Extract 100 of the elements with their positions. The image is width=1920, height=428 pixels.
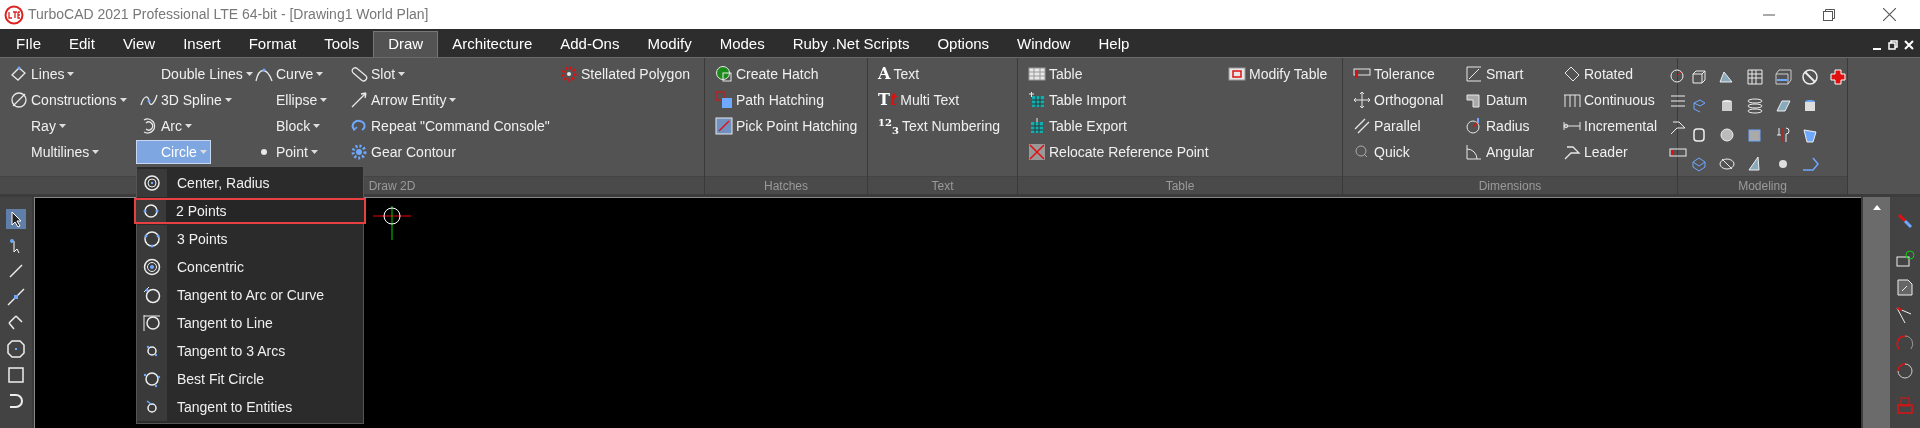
arrow-line-icon [350, 91, 368, 109]
table-icon [1028, 65, 1046, 83]
ribbon-button[interactable]: Continuous [1559, 88, 1659, 112]
menu-item[interactable]: 2 Points [134, 198, 366, 224]
menu-item[interactable]: 3 Points [137, 225, 363, 253]
ribbon-button[interactable]: Orthogonal [1349, 88, 1448, 112]
menu-tab[interactable]: Format [234, 31, 311, 57]
ribbon-button[interactable]: Relocate Reference Point [1024, 140, 1213, 164]
ribbon-button[interactable]: Arc [136, 114, 196, 138]
ribbon-button[interactable]: Datum [1461, 88, 1532, 112]
leader-icon[interactable] [1669, 118, 1687, 136]
restore-icon[interactable] [1888, 40, 1898, 50]
menu-item[interactable]: Concentric [137, 253, 363, 281]
octagon-icon[interactable] [6, 339, 26, 359]
ribbon-button[interactable]: Pick Point Hatching [711, 114, 862, 138]
text-tool-icon: Tt [878, 92, 898, 108]
circle-icon[interactable] [1669, 66, 1687, 84]
ribbon-button[interactable]: Point [251, 140, 322, 164]
center-circle-icon [142, 173, 162, 193]
ribbon-button[interactable]: Gear Contour [346, 140, 460, 164]
list-icon[interactable] [1669, 92, 1687, 110]
menu-tab[interactable]: Help [1084, 31, 1144, 57]
restore-icon[interactable] [1823, 8, 1835, 21]
three-point-circle-icon [142, 229, 162, 249]
ribbon-button[interactable]: Tolerance [1349, 62, 1439, 86]
path-3d-icon[interactable] [1801, 155, 1820, 173]
ribbon-button[interactable]: Slot [346, 62, 410, 86]
menu-tab[interactable]: Modify [633, 31, 706, 57]
grid-icon[interactable] [1745, 68, 1764, 86]
ribbon-button[interactable]: Stellated Polygon [556, 62, 694, 86]
plus-icon[interactable] [1829, 68, 1848, 86]
sphere-icon[interactable] [1717, 126, 1736, 144]
menu-tab[interactable]: Modes [705, 31, 779, 57]
menu-item[interactable]: Tangent to Entities [137, 393, 363, 421]
ribbon-button[interactable]: Multilines [6, 140, 104, 164]
menu-tab[interactable]: Add-Ons [546, 31, 634, 57]
ribbon-button[interactable]: Parallel [1349, 114, 1425, 138]
menu-item[interactable]: Best Fit Circle [137, 365, 363, 393]
pick-hatch-icon [715, 117, 733, 135]
group-label: Dimensions [1478, 177, 1542, 195]
hatch-circle-icon [715, 65, 733, 83]
gear-icon [560, 65, 578, 83]
rectangle-circle-icon[interactable] [1895, 249, 1915, 269]
circle-icon[interactable] [1895, 361, 1915, 381]
window-title: TurboCAD 2021 Professional LTE 64-bit - [Drawing1 World Plan] [28, 5, 429, 24]
ribbon-button[interactable]: Smart [1461, 62, 1528, 86]
group-label: Text [931, 177, 954, 195]
scroll-up-icon[interactable] [1872, 205, 1881, 210]
ribbon-button[interactable]: Ellipse [251, 88, 332, 112]
ribbon-button[interactable]: Angular [1461, 140, 1539, 164]
slash-circle-icon[interactable] [1801, 68, 1820, 86]
ribbon-button[interactable]: Repeat "Command Console" [346, 114, 554, 138]
ribbon-button[interactable]: A Text [874, 62, 924, 86]
ribbon-button[interactable]: Path Hatching [711, 88, 828, 112]
cylinder-icon[interactable] [1690, 126, 1708, 144]
disc-icon[interactable] [1717, 155, 1736, 173]
sheet-icon[interactable] [1773, 97, 1792, 115]
ribbon-button[interactable]: Create Hatch [711, 62, 823, 86]
ribbon-button[interactable]: Rotated [1559, 62, 1638, 86]
menu-item[interactable]: Tangent to 3 Arcs [137, 337, 363, 365]
ribbon-button[interactable]: Table [1024, 62, 1087, 86]
continuous-dimension-icon [1563, 91, 1581, 109]
menu-item[interactable]: Tangent to Line [137, 309, 363, 337]
stack-icon[interactable] [1745, 97, 1764, 115]
scroll-bar[interactable] [1863, 197, 1890, 428]
ribbon-button[interactable]: Incremental [1559, 114, 1662, 138]
ribbon-button[interactable]: Modify Table [1224, 62, 1332, 86]
ribbon-button[interactable]: Block [251, 114, 325, 138]
ribbon-button[interactable]: 3D Spline [136, 88, 236, 112]
ribbon-button[interactable]: Table Export [1024, 114, 1131, 138]
close-icon[interactable] [1883, 8, 1896, 21]
menu-tab[interactable]: Ruby .Net Scripts [778, 31, 924, 57]
menu-tab[interactable]: Edit [55, 31, 109, 57]
group-label: Table [1165, 177, 1195, 195]
ribbon-button[interactable]: Quick [1349, 140, 1414, 164]
ribbon-button[interactable]: Leader [1559, 140, 1632, 164]
menu-tab[interactable]: Window [1003, 31, 1085, 57]
page-icon[interactable] [1895, 277, 1915, 297]
cup-icon[interactable] [1801, 126, 1820, 144]
square-icon[interactable] [6, 365, 26, 385]
menu-tab[interactable]: Draw [373, 31, 439, 57]
ribbon-button[interactable]: Ray [6, 114, 70, 138]
table-icon [1228, 65, 1246, 83]
menu-tab[interactable]: Options [923, 31, 1004, 57]
ribbon-button[interactable]: Arrow Entity [346, 88, 461, 112]
menu-item[interactable]: Center, Radius [137, 169, 363, 197]
menu-tab[interactable]: Tools [310, 31, 374, 57]
ribbon-button[interactable]: Lines [6, 62, 79, 86]
menu-item[interactable]: Tangent to Arc or Curve [137, 281, 363, 309]
path-hatch-icon [715, 91, 733, 109]
menu-tab[interactable]: View [108, 31, 170, 57]
ribbon-button[interactable]: Constructions [6, 88, 131, 112]
ribbon-button[interactable]: Radius [1461, 114, 1534, 138]
ribbon-button[interactable]: Table Import [1024, 88, 1131, 112]
line-segment-icon[interactable] [6, 287, 26, 307]
box-icon[interactable] [1773, 68, 1792, 86]
menu-tab[interactable]: Insert [169, 31, 235, 57]
menu-tab[interactable]: Architecture [438, 31, 547, 57]
ribbon-button[interactable]: Tt Multi Text [874, 88, 964, 112]
menu-tab[interactable]: FIle [2, 31, 55, 57]
